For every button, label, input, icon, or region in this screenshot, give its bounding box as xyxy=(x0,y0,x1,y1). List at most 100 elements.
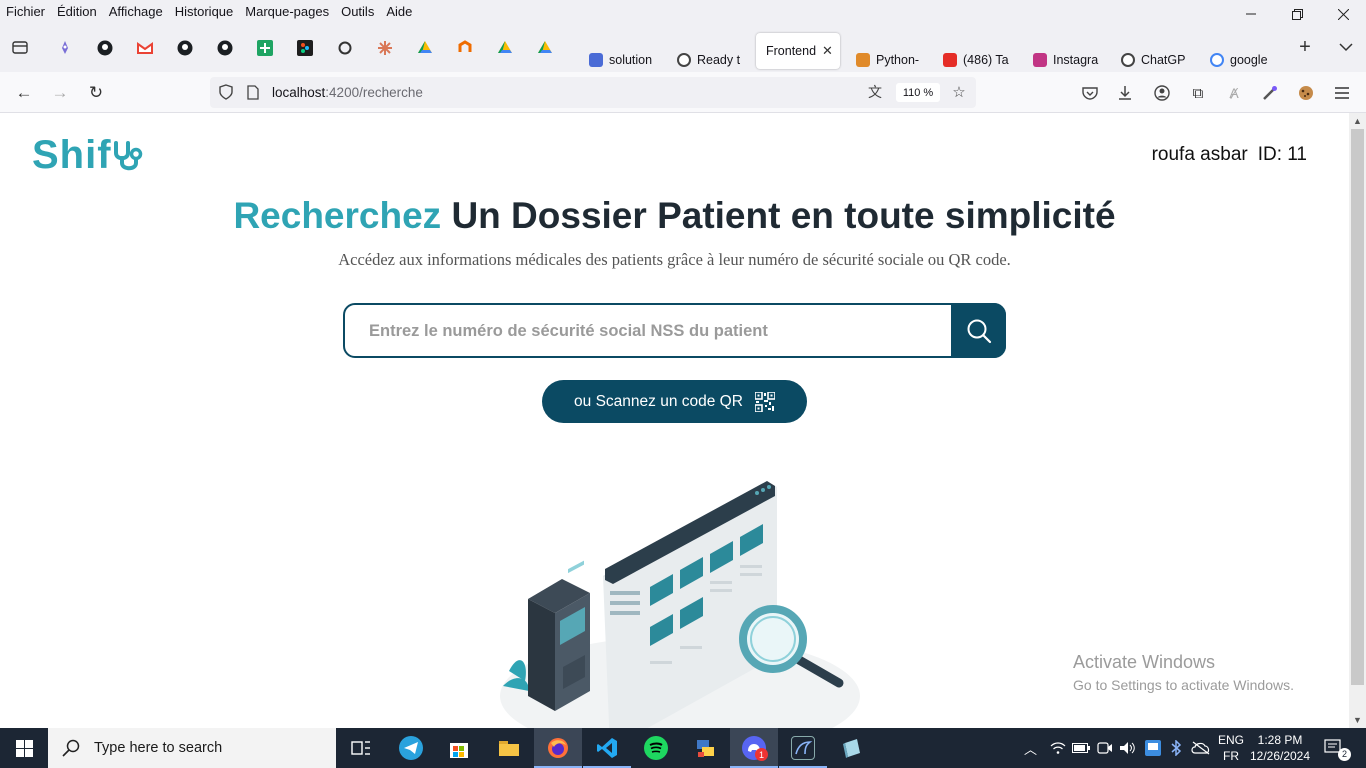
tab-overview-icon xyxy=(12,41,28,54)
menu-tools[interactable]: Outils xyxy=(341,4,374,19)
list-tabs-button[interactable] xyxy=(1337,38,1355,56)
tab-overview-button[interactable] xyxy=(11,38,29,56)
forward-button[interactable]: → xyxy=(49,82,71,104)
wifi-icon xyxy=(1050,742,1066,754)
scroll-up-arrow[interactable]: ▲ xyxy=(1349,114,1366,128)
pinned-tab-sheets[interactable] xyxy=(257,40,273,56)
address-bar[interactable]: localhost:4200/recherche 文 110 % ☆ xyxy=(210,77,976,108)
folder-icon xyxy=(499,741,519,756)
pinned-tab-github-2[interactable] xyxy=(177,40,193,56)
firefox-app[interactable] xyxy=(546,736,570,760)
new-tab-button[interactable]: + xyxy=(1296,36,1314,58)
url-text: localhost:4200/recherche xyxy=(272,85,423,100)
system-clock[interactable]: 1:28 PM 12/26/2024 xyxy=(1248,732,1312,764)
vscode-app[interactable] xyxy=(595,736,619,760)
pinned-tab-orange[interactable] xyxy=(457,40,473,56)
input-language[interactable]: ENG FR xyxy=(1216,732,1246,764)
pinned-tab-rocket[interactable] xyxy=(57,40,73,56)
tab-chatgpt[interactable]: ChatGP xyxy=(1121,50,1187,70)
extension-1-button[interactable]: Ⱥ xyxy=(1223,82,1245,104)
puzzle-icon: ⧉ xyxy=(1192,84,1204,102)
extensions-button[interactable]: ⧉ xyxy=(1187,82,1209,104)
tracking-protection-icon xyxy=(219,84,233,100)
reload-button[interactable]: ↻ xyxy=(85,82,107,104)
drive-icon xyxy=(538,41,552,53)
mysql-workbench-app[interactable] xyxy=(791,736,815,760)
notification-center[interactable]: 2 xyxy=(1324,728,1357,768)
pinned-tab-github[interactable] xyxy=(97,40,113,56)
github-icon xyxy=(97,40,113,56)
pinned-tab-github-3[interactable] xyxy=(217,40,233,56)
menu-history[interactable]: Historique xyxy=(175,4,234,19)
bookmark-star-button[interactable]: ☆ xyxy=(950,83,968,101)
menu-view[interactable]: Affichage xyxy=(109,4,163,19)
app-menu-button[interactable] xyxy=(1331,82,1353,104)
page-scrollbar[interactable]: ▲ ▼ xyxy=(1349,113,1366,728)
account-button[interactable] xyxy=(1151,82,1173,104)
pinned-tab-figma[interactable] xyxy=(297,40,313,56)
onedrive-tray[interactable] xyxy=(1191,728,1211,768)
openai-icon xyxy=(677,53,691,67)
tab-frontend[interactable]: Frontend ✕ xyxy=(756,33,840,69)
openai-icon xyxy=(1121,53,1135,67)
menu-bookmarks[interactable]: Marque-pages xyxy=(245,4,329,19)
tab-solution[interactable]: solution xyxy=(589,50,655,70)
battery-tray[interactable] xyxy=(1072,728,1090,768)
task-view-icon xyxy=(351,741,370,755)
tab-python[interactable]: Python- xyxy=(856,50,920,70)
translate-button[interactable]: 文 xyxy=(866,83,884,101)
meet-now-tray[interactable] xyxy=(1097,728,1113,768)
menu-edit[interactable]: Édition xyxy=(57,4,97,19)
tab-label: Instagra xyxy=(1053,53,1099,67)
tab-strip: solution Ready t Frontend ✕ Python- (486)… xyxy=(0,22,1366,72)
notes-app[interactable] xyxy=(840,736,864,760)
shify-logo[interactable]: Shif xyxy=(32,133,146,178)
wifi-tray[interactable] xyxy=(1050,728,1066,768)
tab-ready[interactable]: Ready t xyxy=(677,50,743,70)
show-hidden-icons[interactable]: ︿ xyxy=(1024,728,1037,768)
pinned-tab-drive-3[interactable] xyxy=(537,40,553,56)
windows-taskbar: Type here to search 1 ︿ ENG FR 1:28 PM 1… xyxy=(0,728,1366,768)
pinned-tab-drive[interactable] xyxy=(417,40,433,56)
tab-google[interactable]: google xyxy=(1210,50,1274,70)
discord-notification-badge: 1 xyxy=(755,748,768,761)
pinned-tab-openai[interactable] xyxy=(337,40,353,56)
file-explorer-app[interactable] xyxy=(497,736,521,760)
microsoft-store-app[interactable] xyxy=(447,736,471,760)
speaker-icon xyxy=(1120,742,1135,754)
app-tray-1[interactable] xyxy=(1145,728,1161,768)
color-picker-button[interactable] xyxy=(1259,82,1281,104)
telegram-app[interactable] xyxy=(399,736,423,760)
search-icon xyxy=(967,319,991,343)
pocket-button[interactable] xyxy=(1079,82,1101,104)
cookie-extension-button[interactable] xyxy=(1295,82,1317,104)
pinned-tab-drive-2[interactable] xyxy=(497,40,513,56)
task-view-button[interactable] xyxy=(349,736,373,760)
page-info-icon[interactable] xyxy=(244,83,262,101)
gmail-icon xyxy=(137,42,153,54)
search-button[interactable] xyxy=(951,303,1006,358)
back-button[interactable]: ← xyxy=(13,82,35,104)
taskbar-search[interactable]: Type here to search xyxy=(48,728,336,768)
network-app[interactable] xyxy=(693,736,717,760)
tab-instagram[interactable]: Instagra xyxy=(1033,50,1099,70)
tab-youtube[interactable]: (486) Ta xyxy=(943,50,1009,70)
menu-file[interactable]: Fichier xyxy=(6,4,45,19)
close-tab-icon[interactable]: ✕ xyxy=(822,43,833,59)
bluetooth-tray[interactable] xyxy=(1170,728,1182,768)
start-button[interactable] xyxy=(0,728,48,768)
scrollbar-thumb[interactable] xyxy=(1351,129,1364,685)
menu-help[interactable]: Aide xyxy=(386,4,412,19)
volume-tray[interactable] xyxy=(1119,728,1137,768)
github-icon xyxy=(217,40,233,56)
zoom-indicator[interactable]: 110 % xyxy=(896,83,940,102)
pinned-tab-gmail[interactable] xyxy=(137,40,153,56)
downloads-button[interactable] xyxy=(1114,82,1136,104)
shield-icon[interactable] xyxy=(217,83,235,101)
scan-qr-button[interactable]: ou Scannez un code QR xyxy=(542,380,807,423)
pinned-tab-claude[interactable] xyxy=(377,40,393,56)
nss-search-input[interactable] xyxy=(369,319,949,343)
scroll-down-arrow[interactable]: ▼ xyxy=(1349,713,1366,727)
spotify-app[interactable] xyxy=(644,736,668,760)
page-title: Recherchez Un Dossier Patient en toute s… xyxy=(0,195,1349,237)
